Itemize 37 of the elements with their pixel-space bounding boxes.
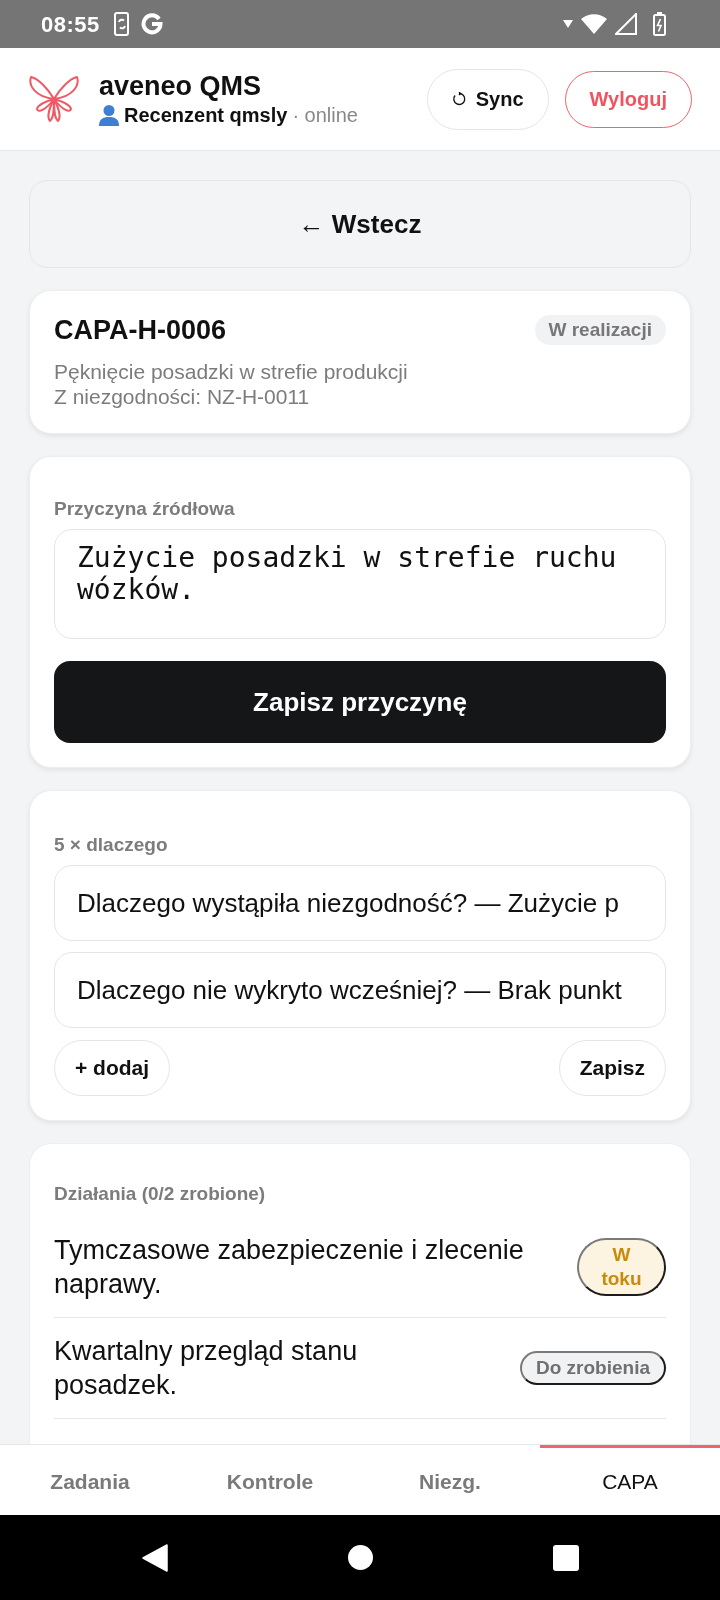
g-logo-icon (140, 13, 163, 35)
app-title: aveneo QMS (99, 70, 263, 102)
butterfly-logo-icon (28, 74, 80, 124)
status-time: 08:55 (41, 10, 100, 39)
answer-field[interactable]: Dlaczego wystąpiła niezgodność? — Zużycie p (54, 865, 666, 941)
five-whys-label: 5 × dlaczego (54, 835, 169, 855)
capa-id: CAPA-H-0006 (54, 313, 227, 347)
save-button[interactable]: Zapisz (558, 1040, 666, 1096)
add-button[interactable]: + dodaj (54, 1040, 171, 1096)
status-badge: W realizacji (534, 315, 666, 345)
sync-button[interactable]: Sync (426, 68, 549, 130)
action-status-button[interactable]: Do zrobienia (520, 1351, 666, 1385)
nav-tab[interactable]: Zadania (0, 1445, 180, 1515)
actions-label: Działania (0/2 zrobione) (54, 1184, 267, 1204)
nav-tab[interactable]: Niezg. (360, 1445, 540, 1515)
answer-field[interactable]: Dlaczego nie wykryto wcześniej? — Brak punkt (54, 952, 666, 1028)
root-cause-field[interactable]: Zużycie posadzki w strefie ruchu wózków. (54, 529, 666, 639)
refresh-icon (451, 92, 466, 106)
action-text: Kwartalny przegląd stanu posadzek. (54, 1335, 359, 1402)
home-circle-icon[interactable] (347, 1545, 373, 1570)
signal-icon (615, 13, 637, 35)
user-name: Recenzent qmsly (124, 103, 288, 128)
capa-source: Z niezgodności: NZ-H-0011 (54, 384, 311, 409)
nav-tab[interactable]: Kontrole (180, 1445, 360, 1515)
phone-sync-icon (112, 12, 131, 36)
data-arrow-icon (563, 20, 573, 28)
action-text: Tymczasowe zabezpieczenie i zlecenie naprawy. (54, 1234, 525, 1301)
recents-square-icon[interactable] (552, 1544, 579, 1571)
wifi-icon (581, 14, 607, 34)
connection-status: · online (292, 103, 358, 128)
back-triangle-icon[interactable] (141, 1543, 168, 1572)
root-cause-label: Przyczyna źródłowa (54, 499, 236, 519)
battery-icon (653, 12, 666, 36)
capa-title: Pęknięcie posadzki w strefie produkcji (54, 359, 409, 384)
back-button[interactable]: ← Wstecz (29, 180, 691, 268)
user-icon (99, 104, 119, 126)
save-cause-button[interactable]: Zapisz przyczynę (54, 661, 666, 743)
